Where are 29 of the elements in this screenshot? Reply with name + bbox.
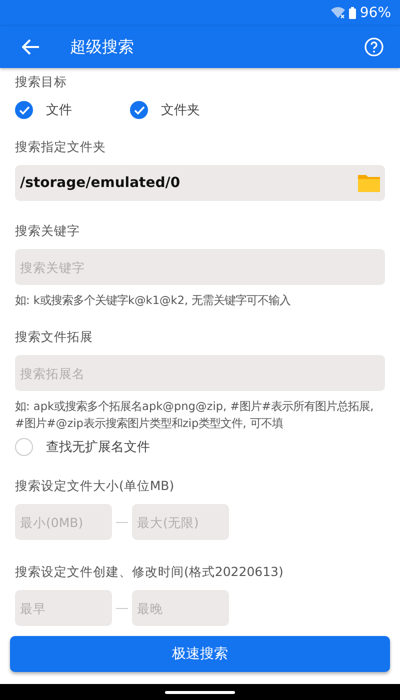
- hint-text: 如: apk或搜索多个拓展名apk@png@zip, #图片#表示所有图片总拓展, #图片#@zip表示搜索图片类型和zip类型文件, 可不填: [15, 399, 375, 432]
- checkbox[interactable]: 文件: [15, 101, 72, 119]
- min-size-field[interactable]: 最小(0MB): [15, 504, 112, 540]
- battery-icon: [348, 7, 356, 19]
- folder-path-box[interactable]: /storage/emulated/0: [15, 165, 385, 201]
- check-icon: [134, 106, 144, 114]
- wifi-off-icon: [330, 7, 345, 19]
- radio-button[interactable]: 查找无扩展名文件: [15, 438, 150, 456]
- section-label: 搜索设定文件大小(单位MB): [15, 478, 176, 495]
- hint-text: 如: k或搜索多个关键字k@k1@k2, 无需关键字可不输入: [15, 293, 292, 309]
- section-label: 搜索关键字: [15, 223, 81, 240]
- earliest-date-field[interactable]: 最早: [15, 590, 112, 626]
- section-label: 搜索文件拓展: [15, 329, 94, 346]
- max-size-field[interactable]: 最大(无限): [132, 504, 229, 540]
- extension-field[interactable]: 搜索拓展名: [15, 355, 385, 391]
- battery-level: 96%: [360, 5, 391, 21]
- keyword-field[interactable]: 搜索关键字: [15, 249, 385, 285]
- check-icon: [18, 106, 30, 114]
- section-label: 搜索目标: [15, 74, 68, 91]
- folder-path-field[interactable]: /storage/emulated/0: [20, 175, 358, 191]
- home-indicator[interactable]: [165, 690, 235, 694]
- section-label: 搜索设定文件创建、修改时间(格式20220613): [15, 564, 284, 581]
- search-button[interactable]: 极速搜索: [10, 636, 390, 672]
- help-icon[interactable]: [364, 37, 384, 57]
- window-title: 超级搜索: [70, 36, 135, 58]
- back-icon[interactable]: [22, 39, 40, 55]
- checkbox[interactable]: 文件夹: [130, 101, 200, 119]
- latest-date-field[interactable]: 最晚: [132, 590, 229, 626]
- section-label: 搜索指定文件夹: [15, 139, 107, 156]
